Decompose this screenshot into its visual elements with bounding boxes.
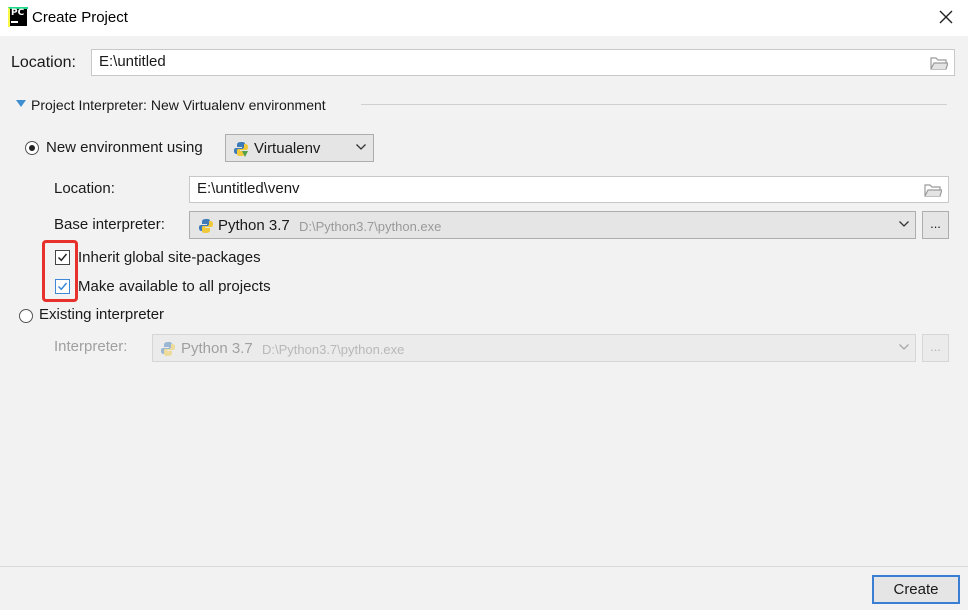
environment-tool-select[interactable]: Virtualenv bbox=[225, 134, 374, 162]
chevron-down-icon bbox=[356, 144, 366, 150]
close-icon[interactable] bbox=[938, 9, 954, 25]
footer-divider bbox=[0, 566, 968, 567]
location-value: E:\untitled bbox=[99, 53, 166, 70]
pycharm-icon: PC bbox=[8, 7, 28, 27]
existing-interpreter-radio[interactable] bbox=[19, 309, 33, 323]
folder-icon[interactable] bbox=[930, 56, 948, 70]
python-icon bbox=[199, 219, 213, 233]
location-field[interactable]: E:\untitled bbox=[91, 49, 955, 76]
section-divider bbox=[361, 104, 947, 105]
make-available-label[interactable]: Make available to all projects bbox=[78, 278, 271, 295]
inherit-packages-label[interactable]: Inherit global site-packages bbox=[78, 249, 261, 266]
existing-interpreter-label[interactable]: Existing interpreter bbox=[39, 306, 164, 323]
folder-icon[interactable] bbox=[924, 183, 942, 197]
window-title: Create Project bbox=[32, 9, 128, 26]
virtualenv-icon bbox=[234, 142, 248, 157]
create-button[interactable]: Create bbox=[872, 575, 960, 604]
expand-arrow-icon[interactable] bbox=[16, 100, 26, 107]
interpreter-label: Interpreter: bbox=[54, 338, 128, 355]
location-label: Location: bbox=[11, 54, 76, 71]
venv-location-field[interactable]: E:\untitled\venv bbox=[189, 176, 949, 203]
interpreter-path: D:\Python3.7\python.exe bbox=[262, 342, 405, 357]
base-interpreter-label: Base interpreter: bbox=[54, 216, 165, 233]
venv-location-value: E:\untitled\venv bbox=[197, 180, 300, 197]
chevron-down-icon bbox=[899, 344, 909, 350]
chevron-down-icon bbox=[899, 221, 909, 227]
title-bar: PC Create Project bbox=[0, 0, 968, 36]
interpreter-section-title[interactable]: Project Interpreter: New Virtualenv envi… bbox=[31, 97, 326, 113]
interpreter-browse-button[interactable]: ... bbox=[922, 334, 949, 362]
base-interpreter-name: Python 3.7 bbox=[218, 217, 290, 234]
venv-location-label: Location: bbox=[54, 180, 115, 197]
highlight-box bbox=[42, 240, 78, 302]
new-environment-radio[interactable] bbox=[25, 141, 39, 155]
new-environment-label[interactable]: New environment using bbox=[46, 139, 203, 156]
python-icon bbox=[161, 342, 175, 356]
base-interpreter-path: D:\Python3.7\python.exe bbox=[299, 219, 442, 234]
interpreter-name: Python 3.7 bbox=[181, 340, 253, 357]
environment-tool-value: Virtualenv bbox=[254, 140, 321, 157]
base-interpreter-select[interactable]: Python 3.7 D:\Python3.7\python.exe bbox=[189, 211, 916, 239]
base-interpreter-browse-button[interactable]: ... bbox=[922, 211, 949, 239]
interpreter-select[interactable]: Python 3.7 D:\Python3.7\python.exe bbox=[152, 334, 916, 362]
